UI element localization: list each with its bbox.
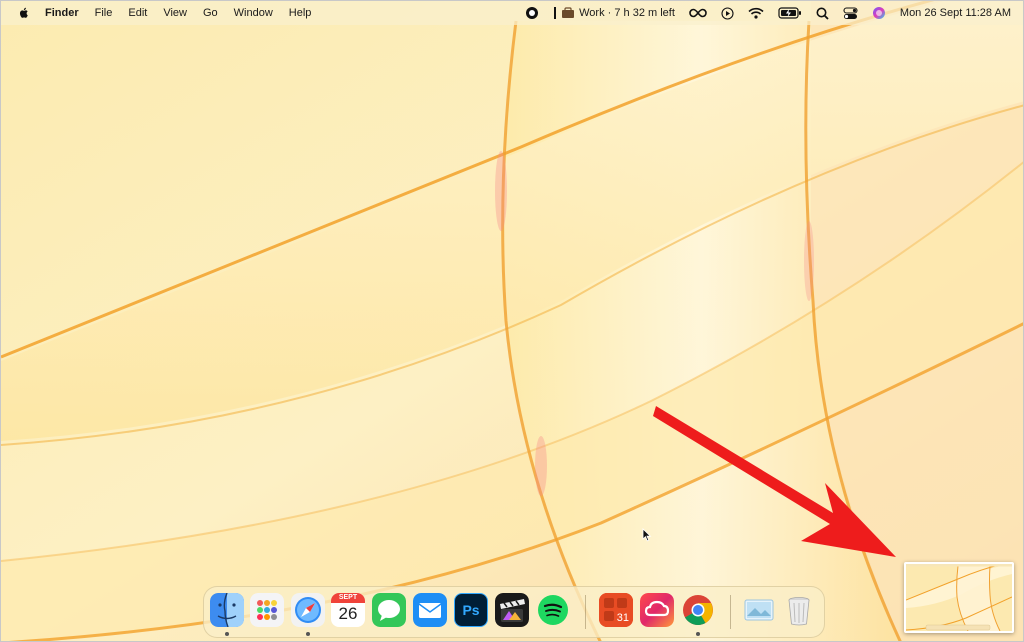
- calendar-day: 26: [338, 604, 358, 623]
- calendar-icon[interactable]: SEPT 26: [331, 593, 365, 627]
- dock-separator: [730, 595, 731, 629]
- fantastical-icon[interactable]: 31: [599, 593, 633, 627]
- messages-icon[interactable]: [372, 593, 406, 627]
- fantastical-day: 31: [616, 612, 629, 624]
- screenshot-thumbnail[interactable]: [904, 562, 1014, 633]
- dock: SEPT 26 Ps 31: [203, 586, 825, 638]
- trash-icon[interactable]: [782, 593, 816, 627]
- dock-separator: [585, 595, 586, 629]
- photoshop-icon[interactable]: Ps: [454, 593, 488, 627]
- final-cut-pro-icon[interactable]: [495, 593, 529, 627]
- chrome-icon[interactable]: [681, 593, 715, 627]
- running-indicator: [225, 632, 229, 636]
- launchpad-icon[interactable]: [250, 593, 284, 627]
- screenshots-folder-icon[interactable]: [742, 593, 776, 627]
- desktop: Finder File Edit View Go Window Help Wor…: [0, 0, 1024, 642]
- spotify-icon[interactable]: [536, 593, 570, 627]
- red-arrow-annotation: [653, 406, 896, 557]
- mouse-cursor-icon: [642, 528, 652, 542]
- finder-icon[interactable]: [210, 593, 244, 627]
- running-indicator: [696, 632, 700, 636]
- creative-cloud-icon[interactable]: [640, 593, 674, 627]
- mail-icon[interactable]: [413, 593, 447, 627]
- thumbnail-preview-icon: [906, 564, 1012, 631]
- calendar-month: SEPT: [331, 593, 365, 603]
- safari-icon[interactable]: [291, 593, 325, 627]
- running-indicator: [306, 632, 310, 636]
